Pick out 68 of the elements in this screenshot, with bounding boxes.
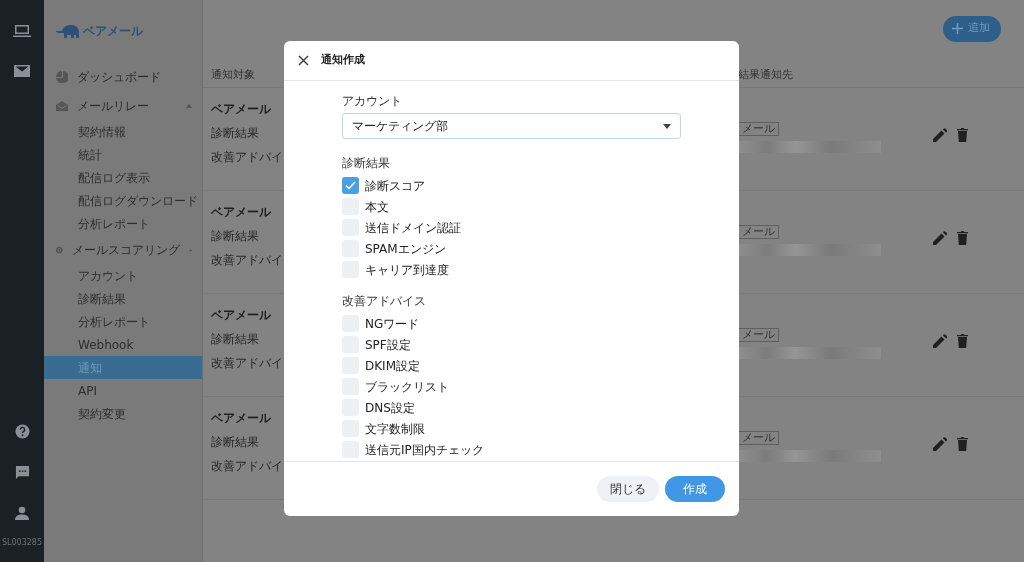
sidebar-item[interactable]: 分析レポート bbox=[44, 310, 202, 333]
row-text: 改善アドバイ bbox=[211, 252, 283, 269]
account-select[interactable]: マーケティング部 bbox=[342, 113, 681, 139]
edit-icon[interactable] bbox=[933, 334, 947, 348]
help-icon[interactable] bbox=[14, 424, 30, 439]
create-button[interactable]: 作成 bbox=[665, 476, 725, 502]
add-button[interactable]: 追加 bbox=[943, 15, 1001, 42]
checkbox-label: ブラックリスト bbox=[365, 378, 449, 396]
row-text: 診断結果 bbox=[211, 228, 259, 245]
sidebar-item[interactable]: 契約変更 bbox=[44, 402, 202, 425]
checkbox-label: 文字数制限 bbox=[365, 420, 425, 438]
plus-icon bbox=[952, 23, 963, 34]
row-title: ベアメール bbox=[211, 101, 271, 118]
delete-icon[interactable] bbox=[957, 437, 968, 451]
delete-icon[interactable] bbox=[957, 128, 968, 142]
sidebar-item[interactable]: アカウント bbox=[44, 264, 202, 287]
checkbox-label: DKIM設定 bbox=[365, 357, 420, 375]
account-id: SL003285 bbox=[1, 537, 43, 549]
sidebar-item[interactable]: 診断結果 bbox=[44, 287, 202, 310]
row-text: 診断結果 bbox=[211, 331, 259, 348]
sidebar-item[interactable]: API bbox=[44, 379, 202, 402]
dialog-title: 通知作成 bbox=[321, 52, 365, 69]
chat-icon[interactable] bbox=[14, 465, 30, 480]
sidebar-group[interactable]: ダッシュボード bbox=[77, 67, 161, 86]
delete-icon[interactable] bbox=[957, 231, 968, 245]
row-title: ベアメール bbox=[211, 410, 271, 427]
checkbox-label: SPF設定 bbox=[365, 336, 411, 354]
row-text: 診断結果 bbox=[211, 125, 259, 142]
row-text: 改善アドバイ bbox=[211, 355, 283, 372]
sidebar-group[interactable]: メールスコアリング bbox=[71, 240, 180, 259]
close-icon[interactable] bbox=[298, 55, 309, 66]
edit-icon[interactable] bbox=[933, 437, 947, 451]
checkbox-label: キャリア到達度 bbox=[365, 261, 449, 279]
checkbox-label: 本文 bbox=[365, 198, 389, 216]
checkbox-label: SPAMエンジン bbox=[365, 240, 446, 258]
edit-icon[interactable] bbox=[933, 128, 947, 142]
check-icon bbox=[345, 181, 356, 190]
row-text: 診断結果 bbox=[211, 434, 259, 451]
column-header: 通知対象 bbox=[210, 66, 256, 82]
dinosaur-logo-icon bbox=[56, 23, 80, 39]
checkbox-label: NGワード bbox=[365, 315, 420, 333]
envelope-icon bbox=[56, 99, 68, 112]
delete-icon[interactable] bbox=[957, 334, 968, 348]
checkbox[interactable] bbox=[342, 177, 359, 194]
section-label: 改善アドバイス bbox=[342, 293, 427, 310]
laptop-icon[interactable] bbox=[13, 24, 31, 38]
sidebar-item[interactable]: 統計 bbox=[44, 143, 202, 166]
checkbox-label: 送信ドメイン認証 bbox=[365, 219, 461, 237]
sidebar-item[interactable]: Webhook bbox=[44, 333, 202, 356]
checkbox-label: 診断スコア bbox=[365, 177, 425, 195]
sidebar-item[interactable]: 契約情報 bbox=[44, 120, 202, 143]
close-button[interactable]: 閉じる bbox=[597, 476, 659, 502]
field-label: アカウント bbox=[342, 93, 403, 110]
row-text: 改善アドバイ bbox=[211, 149, 283, 166]
sidebar-item[interactable]: 分析レポート bbox=[44, 212, 202, 235]
caret-icon bbox=[663, 123, 671, 129]
row-title: ベアメール bbox=[211, 204, 271, 221]
edit-icon[interactable] bbox=[933, 231, 947, 245]
sidebar-group[interactable]: メールリレー bbox=[77, 96, 149, 115]
user-icon[interactable] bbox=[15, 506, 29, 520]
row-title: ベアメール bbox=[211, 307, 271, 324]
checkbox-label: 送信元IP国内チェック bbox=[365, 441, 484, 459]
logo-text: ベアメール bbox=[83, 23, 143, 40]
mail-icon[interactable] bbox=[14, 65, 30, 77]
pie-chart-icon bbox=[56, 70, 68, 83]
row-text: 改善アドバイ bbox=[211, 458, 283, 475]
section-label: 診断結果 bbox=[342, 155, 391, 172]
checkbox-label: DNS設定 bbox=[365, 399, 415, 417]
